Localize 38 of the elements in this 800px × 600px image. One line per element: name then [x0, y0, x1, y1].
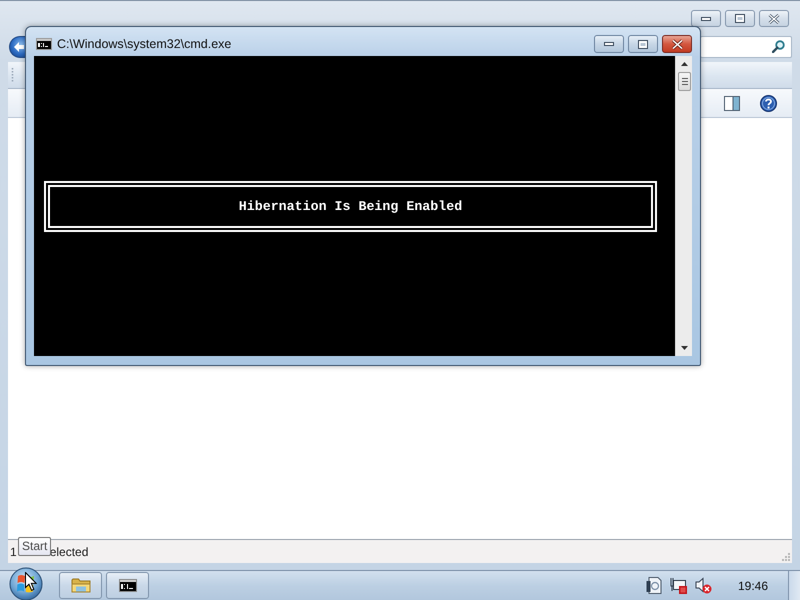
network-icon[interactable]: [670, 577, 687, 594]
clock[interactable]: 19:46: [738, 578, 768, 592]
search-field[interactable]: [700, 36, 792, 58]
close-button[interactable]: [759, 10, 789, 27]
close-button[interactable]: [662, 35, 692, 53]
close-icon: [670, 38, 684, 50]
close-icon: [768, 14, 780, 24]
minimize-icon: [604, 42, 614, 46]
status-text: 1: [10, 544, 17, 558]
minimize-icon: [701, 16, 711, 20]
console-icon: [118, 579, 136, 592]
scroll-down-arrow-icon[interactable]: [680, 346, 688, 350]
taskbar-button[interactable]: [106, 572, 149, 599]
resize-grip-icon[interactable]: [781, 552, 790, 561]
window-title: C:\Windows\system32\cmd.exe: [57, 36, 232, 50]
minimize-button[interactable]: [594, 35, 624, 53]
show-desktop-button[interactable]: [788, 571, 800, 600]
folder-icon: [70, 577, 90, 594]
scrollbar-thumb[interactable]: [678, 72, 690, 91]
search-icon: [772, 40, 785, 53]
maximize-button[interactable]: [628, 35, 658, 53]
speaker-muted-icon[interactable]: [694, 577, 712, 594]
minimize-button[interactable]: [691, 10, 721, 27]
help-icon[interactable]: [760, 94, 777, 112]
status-text: elected: [50, 544, 88, 558]
left-arrow-icon: [14, 42, 24, 52]
toolbar-grip-icon: [11, 67, 14, 83]
mouse-pointer-icon: [25, 572, 37, 591]
banner-text: Hibernation Is Being Enabled: [238, 199, 462, 214]
maximize-icon: [638, 40, 648, 48]
start-tooltip: Start: [18, 537, 52, 556]
console-icon: [36, 38, 52, 50]
maximize-button[interactable]: [725, 10, 755, 27]
scroll-up-arrow-icon[interactable]: [680, 62, 688, 66]
back-button[interactable]: [9, 36, 25, 58]
preview-pane-icon[interactable]: [724, 96, 740, 110]
maximize-icon: [735, 14, 745, 23]
document-icon[interactable]: [646, 577, 662, 594]
